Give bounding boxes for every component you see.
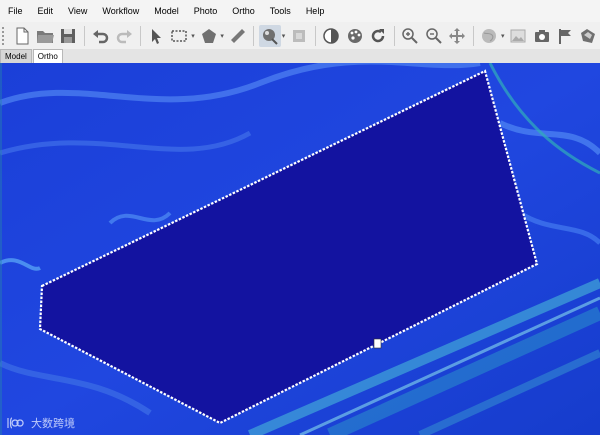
toolbar-separator bbox=[393, 25, 395, 46]
select-arrow-icon[interactable] bbox=[145, 25, 166, 47]
camera-icon[interactable] bbox=[531, 25, 552, 47]
chevron-down-icon[interactable]: ▾ bbox=[280, 32, 288, 40]
patch-icon[interactable] bbox=[288, 25, 309, 47]
contrast-icon[interactable] bbox=[321, 25, 342, 47]
menu-edit[interactable]: Edit bbox=[30, 0, 61, 22]
zoom-out-icon[interactable] bbox=[423, 25, 444, 47]
shape-icon[interactable] bbox=[578, 25, 599, 47]
toolbar-separator bbox=[139, 25, 141, 46]
save-icon[interactable] bbox=[58, 25, 79, 47]
image-icon[interactable] bbox=[508, 25, 529, 47]
menu-bar: File Edit View Workflow Model Photo Orth… bbox=[0, 0, 600, 22]
menu-photo[interactable]: Photo bbox=[186, 0, 225, 22]
toolbar-separator bbox=[314, 25, 316, 46]
refresh-icon[interactable] bbox=[367, 25, 388, 47]
chevron-down-icon[interactable]: ▾ bbox=[218, 32, 226, 40]
toolbar-separator bbox=[253, 25, 255, 46]
menu-ortho[interactable]: Ortho bbox=[224, 0, 262, 22]
tab-model[interactable]: Model bbox=[0, 49, 32, 63]
vertex-handle[interactable] bbox=[373, 338, 382, 349]
watermark: 大数跨境 bbox=[6, 415, 75, 431]
redo-icon[interactable] bbox=[113, 25, 134, 47]
menu-model[interactable]: Model bbox=[146, 0, 186, 22]
toolbar-separator bbox=[472, 25, 474, 46]
ortho-view[interactable]: 大数跨境 bbox=[0, 63, 600, 435]
brush-icon[interactable] bbox=[259, 24, 281, 47]
toolbar-separator bbox=[83, 25, 85, 46]
chevron-down-icon[interactable]: ▾ bbox=[499, 32, 507, 40]
watermark-logo-icon bbox=[7, 417, 24, 429]
palette-icon[interactable] bbox=[344, 25, 365, 47]
chevron-down-icon[interactable]: ▾ bbox=[189, 32, 197, 40]
flag-icon[interactable] bbox=[554, 25, 575, 47]
open-icon[interactable] bbox=[34, 25, 55, 47]
globe-icon[interactable] bbox=[479, 25, 500, 47]
undo-icon[interactable] bbox=[90, 25, 111, 47]
zoom-in-icon[interactable] bbox=[400, 25, 421, 47]
tab-ortho[interactable]: Ortho bbox=[32, 49, 63, 63]
orthomosaic-canvas[interactable] bbox=[0, 63, 600, 435]
rectangle-selection-icon[interactable] bbox=[169, 25, 190, 47]
toolbar-grip[interactable] bbox=[2, 26, 7, 45]
menu-help[interactable]: Help bbox=[298, 0, 332, 22]
menu-view[interactable]: View bbox=[60, 0, 94, 22]
main-toolbar: ▾ ▾ ▾ ▾ bbox=[0, 22, 600, 49]
move-icon[interactable] bbox=[446, 25, 467, 47]
ruler-icon[interactable] bbox=[227, 25, 248, 47]
menu-workflow[interactable]: Workflow bbox=[94, 0, 146, 22]
menu-file[interactable]: File bbox=[0, 0, 30, 22]
view-tabs: Model Ortho bbox=[0, 49, 600, 63]
menu-tools[interactable]: Tools bbox=[262, 0, 298, 22]
watermark-text: 大数跨境 bbox=[31, 418, 75, 430]
new-icon[interactable] bbox=[11, 25, 32, 47]
draw-polygon-icon[interactable] bbox=[198, 25, 219, 47]
